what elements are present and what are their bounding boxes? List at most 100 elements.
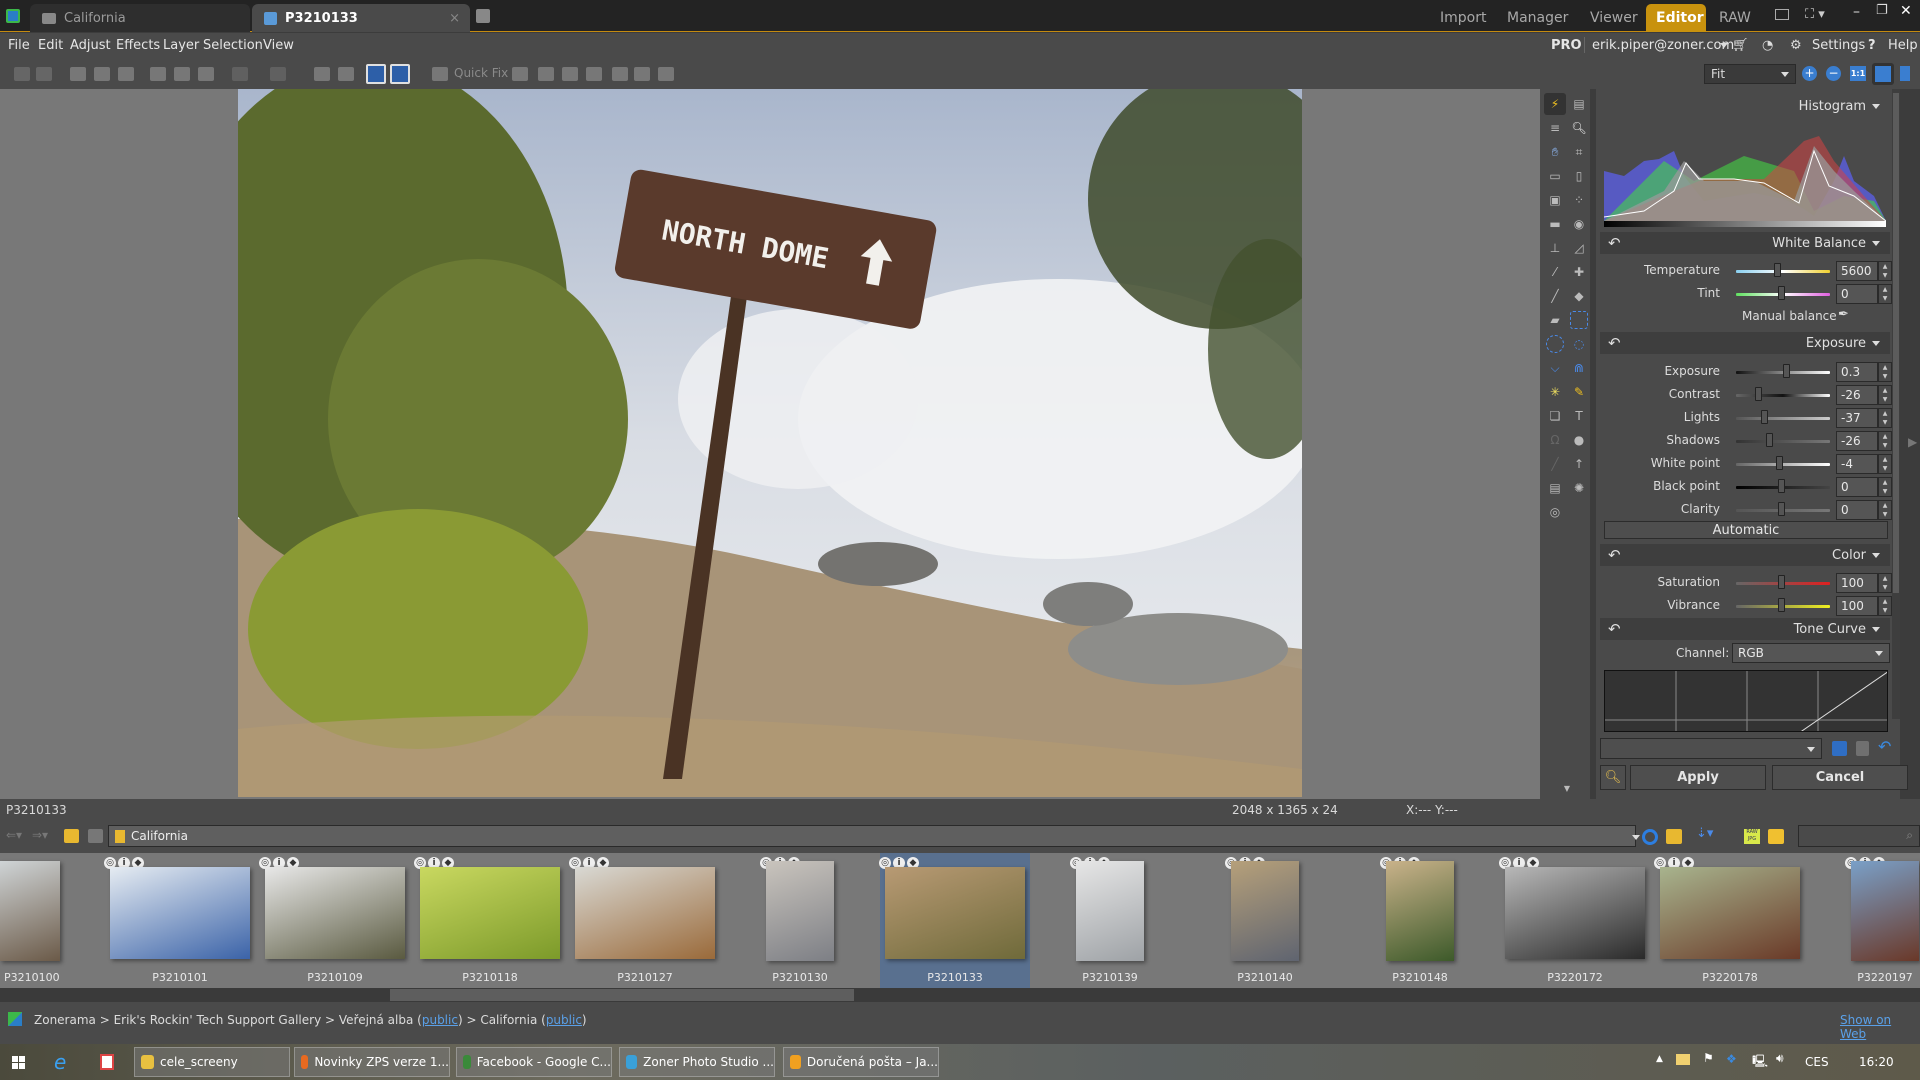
network-tray-icon[interactable]: 🖳 <box>1752 1052 1768 1073</box>
mail-tray-icon[interactable] <box>1676 1054 1690 1065</box>
breadcrumb-gallery[interactable]: Erik's Rockin' Tech Support Gallery <box>114 1013 322 1027</box>
filmstrip-item[interactable]: ◎i◆P3220197 <box>1810 853 1920 988</box>
filmstrip-scrollbar[interactable] <box>0 988 1920 1002</box>
value-field[interactable]: 100 <box>1836 573 1878 593</box>
menu-edit[interactable]: Edit <box>38 38 63 53</box>
search-input[interactable]: ⌕ <box>1798 825 1920 847</box>
slider-thumb[interactable] <box>1773 263 1781 277</box>
spinner[interactable]: ▲ ▼ <box>1878 454 1892 474</box>
show-on-web-link[interactable]: Show on Web <box>1840 1013 1920 1041</box>
slider-track[interactable] <box>1736 440 1830 443</box>
back-icon[interactable] <box>14 67 30 81</box>
slider-thumb[interactable] <box>1778 502 1785 516</box>
path-field[interactable]: California <box>108 825 1636 847</box>
value-field[interactable]: 0 <box>1836 284 1878 304</box>
public-link[interactable]: public <box>546 1013 582 1027</box>
cancel-button[interactable]: Cancel <box>1772 765 1908 790</box>
mode-import[interactable]: Import <box>1430 4 1496 32</box>
brush-icon[interactable]: ╱ <box>1546 287 1564 305</box>
taskbar-app-4[interactable]: Doručená pošta – Ja... <box>783 1047 939 1077</box>
light-icon[interactable]: ✺ <box>1570 479 1588 497</box>
fullscreen-icon[interactable]: ⛶ ▾ <box>1805 7 1825 22</box>
spinner[interactable]: ▲ ▼ <box>1878 385 1892 405</box>
path-history-dropdown[interactable] <box>1632 835 1640 840</box>
iron-icon[interactable]: ◿ <box>1570 239 1588 257</box>
spinner[interactable]: ▲ ▼ <box>1878 362 1892 382</box>
rotate-right-icon[interactable] <box>338 67 354 81</box>
mode-editor[interactable]: Editor <box>1646 4 1706 32</box>
filmstrip-item[interactable]: ◎ i ◆ P3210101 <box>104 853 255 988</box>
panel-scrollbar[interactable] <box>1892 89 1900 719</box>
reset-icon[interactable]: ↶ <box>1608 334 1621 352</box>
red-eye-icon[interactable]: ◉ <box>1570 215 1588 233</box>
menu-effects[interactable]: Effects <box>116 38 160 53</box>
reset-icon[interactable]: ↶ <box>1608 620 1621 638</box>
spinner[interactable]: ▲ ▼ <box>1878 408 1892 428</box>
slider-thumb[interactable] <box>1778 479 1785 493</box>
filmstrip-item[interactable]: ◎ i ◆ P3210109 <box>259 853 410 988</box>
scrollbar-thumb[interactable] <box>390 989 854 1001</box>
menu-file[interactable]: File <box>8 38 30 53</box>
reset-icon[interactable]: ↶ <box>1608 546 1621 564</box>
scroll-down-icon[interactable]: ▼ <box>1558 779 1576 797</box>
public-link[interactable]: public <box>422 1013 458 1027</box>
slider-thumb[interactable] <box>1760 410 1768 424</box>
symbol-icon[interactable]: Ω <box>1546 431 1564 449</box>
edited-photo[interactable]: NORTH DOME <box>238 89 1302 797</box>
dropbox-tray-icon[interactable]: ❖ <box>1726 1052 1737 1066</box>
taskbar-app-3[interactable]: Zoner Photo Studio ... <box>619 1047 775 1077</box>
revert-icon[interactable]: ↶ <box>1878 737 1891 756</box>
filmstrip-item[interactable]: ◎ i ◆ P3220178 <box>1654 853 1805 988</box>
gradient-filter-icon[interactable]: ▬ <box>1546 215 1564 233</box>
channel-select[interactable]: RGB <box>1732 643 1890 663</box>
undo-icon[interactable] <box>232 67 248 81</box>
copy-icon[interactable] <box>150 67 166 81</box>
line-icon[interactable]: ╱ <box>1546 455 1564 473</box>
slider-track[interactable] <box>1736 270 1830 273</box>
slider-thumb[interactable] <box>1766 433 1774 447</box>
sharpen-icon[interactable] <box>612 67 628 81</box>
filmstrip-item[interactable]: ◎i◆P3210139 <box>1035 853 1185 988</box>
app-logo-icon[interactable] <box>6 9 20 23</box>
folder-icon[interactable] <box>1768 829 1784 844</box>
settings-link[interactable]: Settings <box>1812 38 1865 53</box>
flag-tray-icon[interactable]: ⚑ <box>1703 1051 1714 1065</box>
value-field[interactable]: 0 <box>1836 477 1878 497</box>
apply-button[interactable]: Apply <box>1630 765 1766 790</box>
clock[interactable]: 16:20 <box>1859 1055 1894 1069</box>
rect-select-icon[interactable] <box>1570 311 1588 329</box>
volume-tray-icon[interactable]: 🔊︎ <box>1776 1051 1784 1066</box>
text-tool-icon[interactable]: T <box>1570 407 1588 425</box>
close-tab-icon[interactable]: × <box>449 11 460 26</box>
slider-thumb[interactable] <box>1778 286 1785 300</box>
save-preset-icon[interactable] <box>1832 741 1847 756</box>
tray-expand-icon[interactable]: ▲ <box>1656 1054 1663 1064</box>
filmstrip-item[interactable]: ◎ i ◆ P3210133 <box>879 853 1030 988</box>
taskbar-app-2[interactable]: Facebook - Google C... <box>456 1047 612 1077</box>
slider-thumb[interactable] <box>1778 575 1785 589</box>
selection-brush-icon[interactable]: ✎ <box>1570 383 1588 401</box>
menu-selection[interactable]: Selection <box>203 38 263 53</box>
folder-up-icon[interactable] <box>64 829 79 843</box>
straighten-icon[interactable]: ▭ <box>1546 167 1564 185</box>
spinner[interactable]: ▲ ▼ <box>1878 500 1892 520</box>
eyedropper-icon[interactable]: ✒ <box>1838 307 1849 322</box>
restore-button[interactable]: ❐ <box>1876 3 1888 18</box>
layout-filmstrip-icon[interactable] <box>366 64 386 84</box>
adjust-panel-icon[interactable]: ≡ <box>1546 119 1564 137</box>
spinner[interactable]: ▲ ▼ <box>1878 284 1892 304</box>
hand-tool-icon[interactable]: ✋︎ <box>1546 143 1564 161</box>
gear-icon[interactable]: ⚙ <box>1790 38 1802 53</box>
taskbar-app-1[interactable]: Novinky ZPS verze 1... <box>294 1047 450 1077</box>
exposure-header[interactable]: ↶ Exposure <box>1600 332 1890 354</box>
actual-size-button[interactable]: 1:1 <box>1850 66 1866 81</box>
slider-thumb[interactable] <box>1754 387 1762 401</box>
export-icon[interactable] <box>658 67 674 81</box>
delete-preset-icon[interactable] <box>1856 741 1869 756</box>
tab-california[interactable]: California <box>30 4 250 32</box>
layer-icon[interactable]: ❏ <box>1546 407 1564 425</box>
slider-track[interactable] <box>1736 394 1830 397</box>
spinner[interactable]: ▲ ▼ <box>1878 573 1892 593</box>
tilt-shift-icon[interactable]: ↑ <box>1570 455 1588 473</box>
favorite-folder-icon[interactable] <box>1666 829 1682 844</box>
